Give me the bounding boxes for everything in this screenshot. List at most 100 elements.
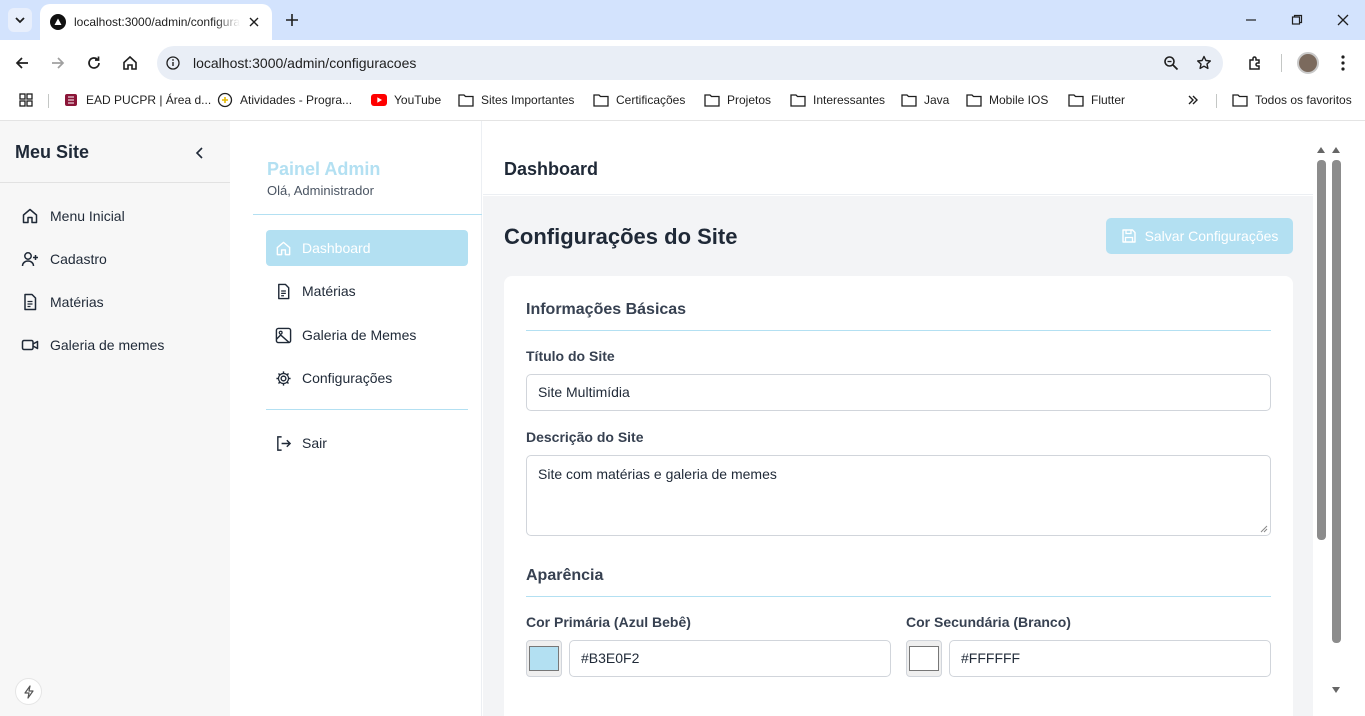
close-icon	[1337, 14, 1349, 26]
site-description-label: Descrição do Site	[526, 429, 644, 445]
bookmark-item[interactable]: YouTube	[371, 92, 441, 108]
all-bookmarks-folder[interactable]: Todos os favoritos	[1232, 92, 1352, 108]
admin-nav-materias[interactable]: Matérias	[266, 273, 468, 309]
admin-nav-dashboard[interactable]: Dashboard	[266, 230, 468, 266]
address-bar[interactable]: localhost:3000/admin/configuracoes	[157, 46, 1223, 80]
bookmark-folder[interactable]: Sites Importantes	[458, 92, 574, 108]
back-button[interactable]	[12, 53, 32, 73]
zoom-icon[interactable]	[1162, 54, 1180, 72]
bookmark-label: Sites Importantes	[481, 93, 575, 107]
bookmark-label: Certificações	[616, 93, 686, 107]
browser-tab[interactable]: localhost:3000/admin/configuracoes	[40, 4, 272, 40]
site-info-icon[interactable]	[165, 55, 181, 71]
bookmark-folder[interactable]: Certificações	[593, 92, 685, 108]
site-title-input[interactable]: Site Multimídia	[526, 374, 1271, 411]
bolt-icon	[23, 684, 34, 699]
inner-scroll-thumb[interactable]	[1317, 160, 1326, 540]
close-tab-icon[interactable]	[246, 14, 262, 30]
folder-icon	[790, 92, 806, 108]
puzzle-icon	[1248, 55, 1260, 70]
more-bookmarks-button[interactable]	[1185, 92, 1208, 108]
youtube-icon	[371, 92, 387, 108]
plus-icon	[286, 14, 298, 26]
primary-color-picker[interactable]	[526, 640, 562, 677]
reload-button[interactable]	[84, 53, 104, 73]
home-icon	[274, 239, 292, 257]
kebab-menu-icon	[1341, 55, 1345, 71]
section-divider	[526, 330, 1271, 331]
admin-nav: Painel Admin Olá, Administrador Dashboar…	[253, 121, 482, 716]
logout-button[interactable]: Sair	[266, 425, 468, 461]
primary-color-input[interactable]: #B3E0F2	[569, 640, 891, 677]
page-scrollbar[interactable]	[1313, 140, 1365, 700]
admin-nav-label: Dashboard	[302, 240, 371, 256]
bookmark-folder[interactable]: Projetos	[704, 92, 771, 108]
secondary-color-input[interactable]: #FFFFFF	[949, 640, 1271, 677]
arrow-left-icon	[15, 57, 28, 69]
sidebar-item-menu-inicial[interactable]: Menu Inicial	[20, 204, 125, 228]
bookmark-label: Atividades - Progra...	[240, 93, 353, 107]
bookmark-folder[interactable]: Java	[901, 92, 949, 108]
save-settings-button[interactable]: Salvar Configurações	[1106, 218, 1293, 254]
page-scroll-thumb[interactable]	[1332, 160, 1341, 643]
admin-greeting: Olá, Administrador	[267, 183, 374, 198]
reload-icon	[88, 56, 100, 69]
profile-avatar[interactable]	[1297, 52, 1319, 74]
minimize-icon	[1246, 19, 1256, 21]
close-window-button[interactable]	[1333, 10, 1353, 30]
app-title: Meu Site	[15, 142, 90, 162]
bookmark-folder[interactable]: Flutter	[1068, 92, 1125, 108]
sidebar-item-galeria[interactable]: Galeria de memes	[20, 333, 164, 357]
save-icon	[1121, 228, 1137, 244]
bookmark-folder[interactable]: Mobile IOS	[966, 92, 1048, 108]
forward-button[interactable]	[48, 53, 68, 73]
bookmark-label: Java	[924, 93, 950, 107]
admin-nav-galeria[interactable]: Galeria de Memes	[266, 317, 468, 353]
sidebar-item-materias[interactable]: Matérias	[20, 290, 104, 314]
url-text[interactable]: localhost:3000/admin/configuracoes	[193, 55, 416, 71]
bookmark-item[interactable]: Atividades - Progra...	[217, 92, 352, 108]
secondary-color-picker[interactable]	[906, 640, 942, 677]
bookmark-star-icon[interactable]	[1195, 54, 1213, 72]
sidebar-item-label: Menu Inicial	[50, 208, 125, 224]
apps-button[interactable]	[18, 92, 41, 108]
scroll-up-arrow-icon[interactable]	[1316, 146, 1326, 154]
restore-button[interactable]	[1287, 10, 1307, 30]
collapse-sidebar-button[interactable]	[190, 143, 210, 163]
pucpr-icon	[63, 92, 79, 108]
bookmark-label: Mobile IOS	[989, 93, 1049, 107]
folder-icon	[966, 92, 982, 108]
secondary-color-label: Cor Secundária (Branco)	[906, 614, 1071, 630]
folder-icon	[593, 92, 609, 108]
sidebar-item-cadastro[interactable]: Cadastro	[20, 247, 107, 271]
home-button[interactable]	[120, 53, 140, 73]
tab-search-button[interactable]	[8, 8, 32, 32]
nextjs-dev-indicator[interactable]	[15, 678, 42, 705]
folder-icon	[1068, 92, 1084, 108]
file-text-icon	[20, 292, 40, 312]
chevron-left-icon	[195, 147, 203, 159]
sidebar-item-label: Galeria de memes	[50, 337, 165, 353]
bookmark-label: Todos os favoritos	[1255, 93, 1352, 107]
new-tab-button[interactable]	[282, 10, 302, 30]
double-chevron-right-icon	[1185, 92, 1201, 108]
site-description-textarea[interactable]: Site com matérias e galeria de memes	[526, 455, 1271, 536]
bookmark-label: EAD PUCPR | Área d...	[86, 93, 212, 107]
resize-grip-icon[interactable]	[1260, 525, 1268, 533]
extensions-button[interactable]	[1245, 53, 1265, 73]
bookmark-label: Interessantes	[813, 93, 886, 107]
restore-icon	[1291, 14, 1303, 25]
sidebar-item-label: Cadastro	[50, 251, 107, 267]
scroll-up-arrow-icon[interactable]	[1331, 146, 1341, 154]
browser-menu-button[interactable]	[1333, 53, 1353, 73]
admin-nav-configuracoes[interactable]: Configurações	[266, 360, 468, 396]
page-title: Configurações do Site	[504, 224, 738, 249]
secondary-color-swatch	[909, 646, 939, 671]
bookmark-folder[interactable]: Interessantes	[790, 92, 885, 108]
scroll-down-arrow-icon[interactable]	[1331, 686, 1341, 694]
minimize-button[interactable]	[1241, 10, 1261, 30]
bookmark-item[interactable]: EAD PUCPR | Área d...	[63, 92, 211, 108]
image-icon	[274, 326, 292, 344]
settings-page: Configurações do Site Salvar Configuraçõ…	[483, 196, 1313, 716]
logout-icon	[274, 434, 292, 452]
